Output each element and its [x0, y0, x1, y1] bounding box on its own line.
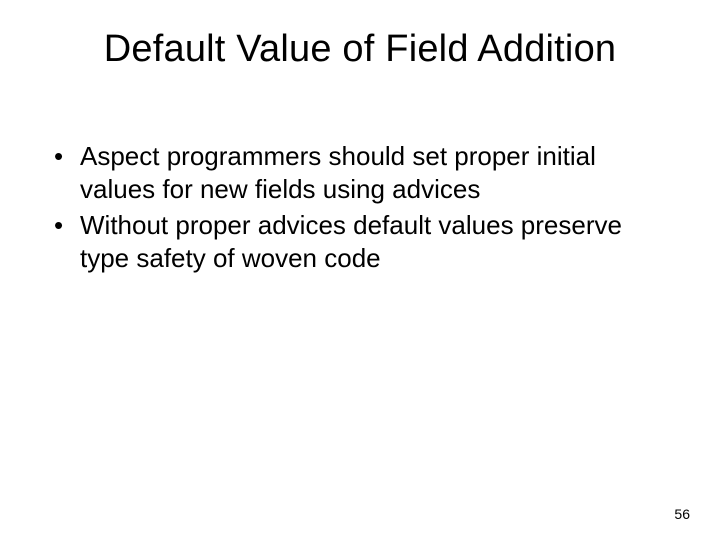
page-number: 56: [674, 506, 690, 522]
bullet-text: Aspect programmers should set proper ini…: [80, 141, 596, 204]
bullet-text: Without proper advices default values pr…: [80, 210, 622, 273]
bullet-list: Aspect programmers should set proper ini…: [50, 140, 670, 274]
slide-title: Default Value of Field Addition: [0, 28, 720, 71]
slide-body: Aspect programmers should set proper ini…: [50, 140, 670, 278]
slide: Default Value of Field Addition Aspect p…: [0, 0, 720, 540]
list-item: Without proper advices default values pr…: [50, 209, 670, 274]
list-item: Aspect programmers should set proper ini…: [50, 140, 670, 205]
